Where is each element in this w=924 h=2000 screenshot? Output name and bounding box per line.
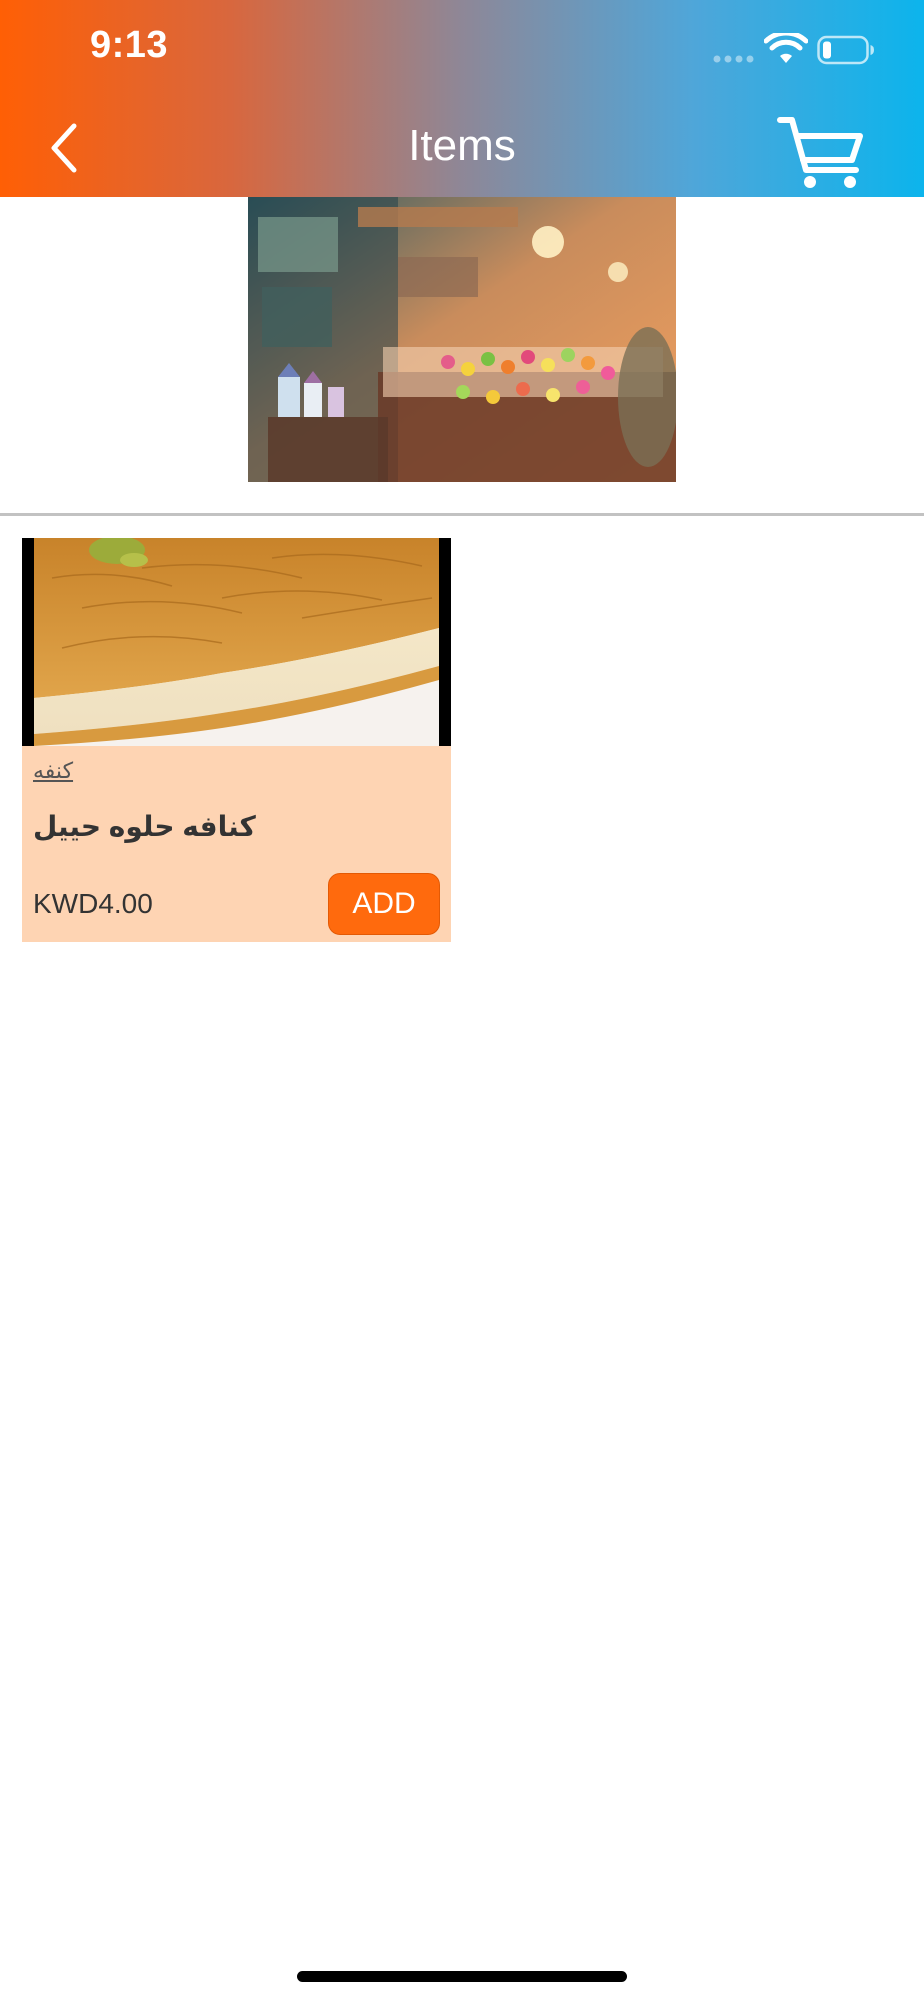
chevron-left-icon (51, 123, 77, 173)
back-button[interactable] (36, 112, 90, 184)
product-card[interactable]: كنفه كنافه حلوه حييل KWD4.00 ADD (22, 538, 451, 942)
product-name: كنافه حلوه حييل (33, 811, 256, 842)
shop-interior-photo (248, 197, 676, 482)
cellular-signal-icon (713, 55, 754, 63)
battery-icon (817, 35, 874, 65)
shopping-cart-icon (777, 117, 863, 188)
product-price: KWD4.00 (33, 888, 153, 919)
status-time: 9:13 (90, 24, 169, 66)
product-image[interactable] (22, 538, 451, 746)
app-header: 9:13 Items (0, 0, 924, 197)
page-title: Items (408, 121, 516, 170)
wifi-icon (764, 33, 808, 63)
home-indicator[interactable] (297, 1971, 627, 1982)
kunafa-photo (34, 538, 439, 746)
section-divider (0, 513, 924, 516)
cart-button[interactable] (770, 110, 870, 192)
add-to-cart-button[interactable]: ADD (328, 873, 440, 935)
shop-banner-image (248, 197, 676, 482)
product-category[interactable]: كنفه (33, 758, 73, 784)
